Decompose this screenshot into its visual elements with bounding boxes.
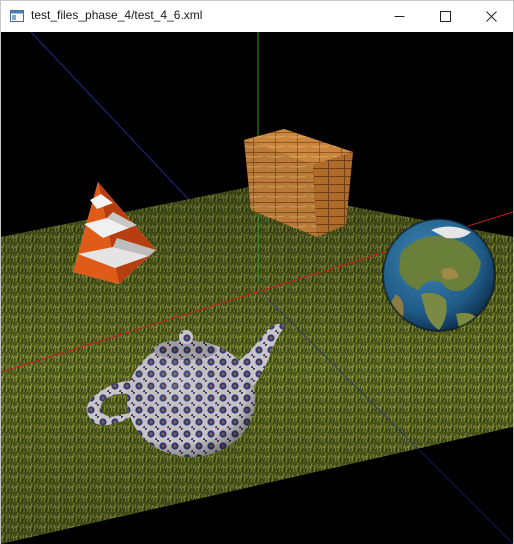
maximize-icon [439, 10, 451, 22]
maximize-button[interactable] [422, 1, 468, 31]
globe [382, 218, 496, 332]
scene-canvas [1, 32, 513, 544]
title-bar[interactable]: test_files_phase_4/test_4_6.xml [1, 1, 513, 31]
app-window: test_files_phase_4/test_4_6.xml [0, 0, 514, 544]
minimize-icon [394, 15, 404, 17]
window-title: test_files_phase_4/test_4_6.xml [31, 8, 203, 22]
close-button[interactable] [468, 1, 514, 31]
render-viewport[interactable] [1, 32, 513, 544]
close-icon [485, 10, 497, 22]
minimize-button[interactable] [376, 1, 422, 31]
app-icon [10, 9, 24, 22]
